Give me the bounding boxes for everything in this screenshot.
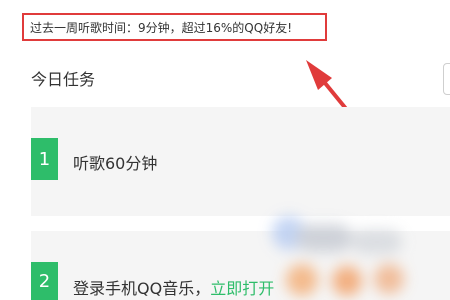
- task-number-badge: 1: [31, 138, 58, 180]
- more-button[interactable]: [443, 63, 450, 95]
- listening-stats-banner: 过去一周听歌时间：9分钟，超过16%的QQ好友!: [22, 13, 327, 41]
- task-card: 1 听歌60分钟: [31, 107, 450, 216]
- task-card: 2 登录手机QQ音乐，立即打开: [31, 231, 450, 300]
- task-label: 登录手机QQ音乐，: [73, 279, 211, 298]
- task-label: 听歌60分钟: [73, 154, 158, 173]
- open-now-link[interactable]: 立即打开: [210, 279, 274, 298]
- section-title-today-tasks: 今日任务: [31, 70, 96, 89]
- listening-stats-text: 过去一周听歌时间：9分钟，超过16%的QQ好友!: [30, 20, 293, 35]
- task-label-row: 登录手机QQ音乐，立即打开: [73, 275, 274, 299]
- task-number-badge: 2: [31, 262, 58, 300]
